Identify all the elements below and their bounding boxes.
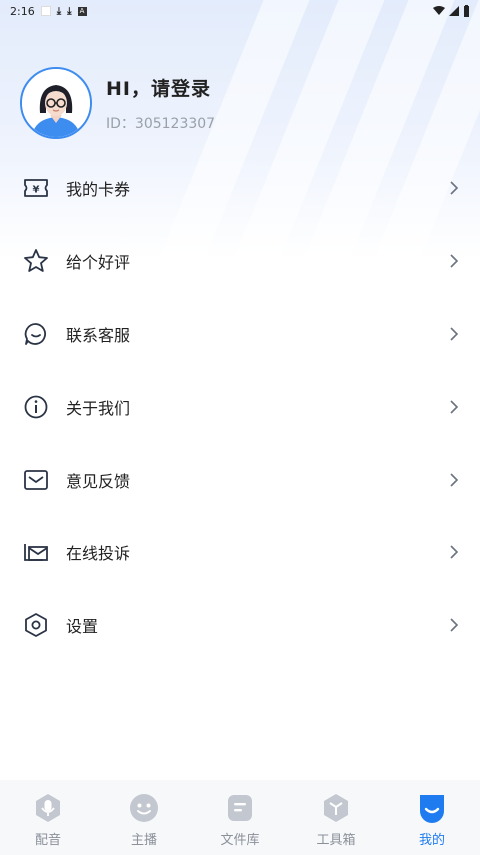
menu-item-coupons[interactable]: ¥ 我的卡券: [0, 152, 480, 225]
toolbox-icon: [321, 793, 351, 823]
battery-icon: [464, 5, 469, 17]
menu-item-about[interactable]: 关于我们: [0, 370, 480, 443]
profile-header[interactable]: HI，请登录 ID：305123307: [20, 67, 215, 139]
notification-icon: [40, 6, 51, 16]
menu-label: 设置: [66, 617, 99, 637]
menu-label: 在线投诉: [66, 544, 131, 564]
app-notification-icon: A: [77, 6, 87, 16]
tab-mine[interactable]: 我的: [384, 780, 480, 855]
menu-item-settings[interactable]: 设置: [0, 589, 480, 662]
mic-icon: [33, 793, 63, 823]
tab-label: 我的: [418, 833, 445, 848]
chevron-right-icon: [450, 400, 459, 414]
menu-label: 给个好评: [66, 253, 131, 273]
hexagon-settings-icon: [22, 611, 50, 639]
menu-label: 联系客服: [66, 325, 131, 345]
profile-smile-icon: [417, 793, 447, 823]
tab-label: 主播: [130, 833, 157, 848]
star-icon: [22, 247, 50, 275]
download-icon: ⤓: [67, 5, 72, 17]
tab-label: 工具箱: [316, 833, 356, 848]
tab-label: 文件库: [220, 833, 260, 848]
tab-dubbing[interactable]: 配音: [0, 780, 96, 855]
file-icon: [225, 793, 255, 823]
tab-files[interactable]: 文件库: [192, 780, 288, 855]
signal-icon: [449, 6, 459, 16]
info-icon: [22, 393, 50, 421]
chevron-right-icon: [450, 327, 459, 341]
menu-item-feedback[interactable]: 意见反馈: [0, 443, 480, 516]
chevron-right-icon: [450, 545, 459, 559]
status-time: 2:16: [10, 4, 35, 18]
chevron-right-icon: [450, 473, 459, 487]
menu-label: 关于我们: [66, 398, 131, 418]
face-icon: [129, 793, 159, 823]
menu-item-complaint[interactable]: 在线投诉: [0, 516, 480, 589]
envelope-stack-icon: [22, 538, 50, 566]
svg-text:¥: ¥: [33, 185, 40, 196]
tab-toolbox[interactable]: 工具箱: [288, 780, 384, 855]
avatar[interactable]: [20, 67, 92, 139]
wifi-icon: [433, 6, 445, 15]
chat-icon: [22, 320, 50, 348]
menu-item-rate[interactable]: 给个好评: [0, 225, 480, 298]
login-prompt[interactable]: HI，请登录: [106, 74, 215, 101]
mail-icon: [22, 466, 50, 494]
chevron-right-icon: [450, 254, 459, 268]
menu-label: 意见反馈: [66, 471, 131, 491]
chevron-right-icon: [450, 181, 459, 195]
tab-anchor[interactable]: 主播: [96, 780, 192, 855]
coupon-icon: ¥: [22, 174, 50, 202]
chevron-right-icon: [450, 618, 459, 632]
tab-label: 配音: [34, 833, 61, 848]
status-bar: 2:16 ⤓ ⤓ A: [0, 0, 480, 22]
user-id: ID：305123307: [106, 115, 216, 132]
settings-menu: ¥ 我的卡券 给个好评 联系客服 关于我们 意见反馈 在线投诉 设置: [0, 152, 480, 662]
bottom-tab-bar: 配音 主播 文件库 工具箱 我的: [0, 780, 480, 855]
menu-label: 我的卡券: [66, 180, 131, 200]
download-icon: ⤓: [56, 5, 62, 17]
menu-item-support[interactable]: 联系客服: [0, 298, 480, 371]
